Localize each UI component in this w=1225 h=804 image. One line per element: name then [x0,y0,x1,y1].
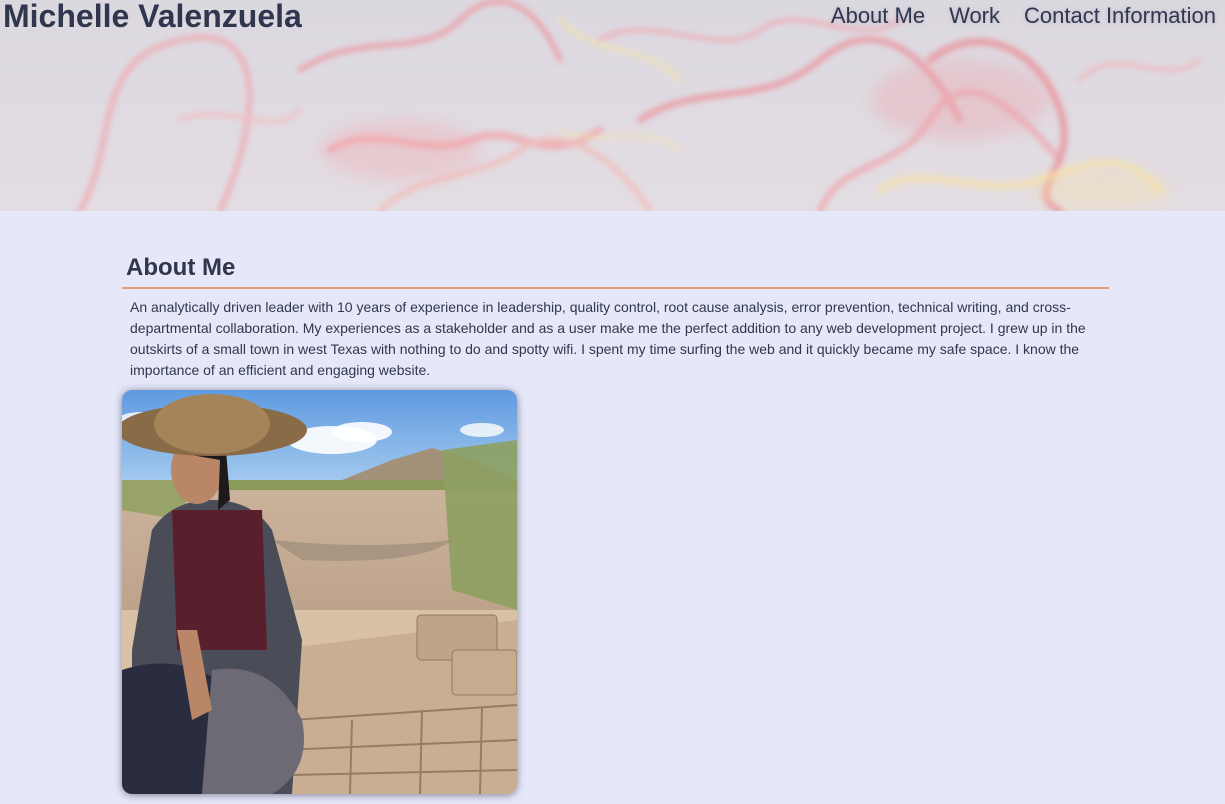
profile-photo [122,390,517,794]
about-heading: About Me [122,253,1109,289]
site-title: Michelle Valenzuela [3,0,302,34]
about-section: About Me An analytically driven leader w… [122,253,1109,381]
header-banner: Michelle Valenzuela About Me Work Contac… [0,0,1225,211]
nav-link-work[interactable]: Work [949,2,1000,30]
nav-link-contact-information[interactable]: Contact Information [1024,2,1216,30]
nav-link-about-me[interactable]: About Me [831,2,925,30]
about-paragraph: An analytically driven leader with 10 ye… [130,299,1086,378]
main-nav: About Me Work Contact Information [831,2,1216,30]
